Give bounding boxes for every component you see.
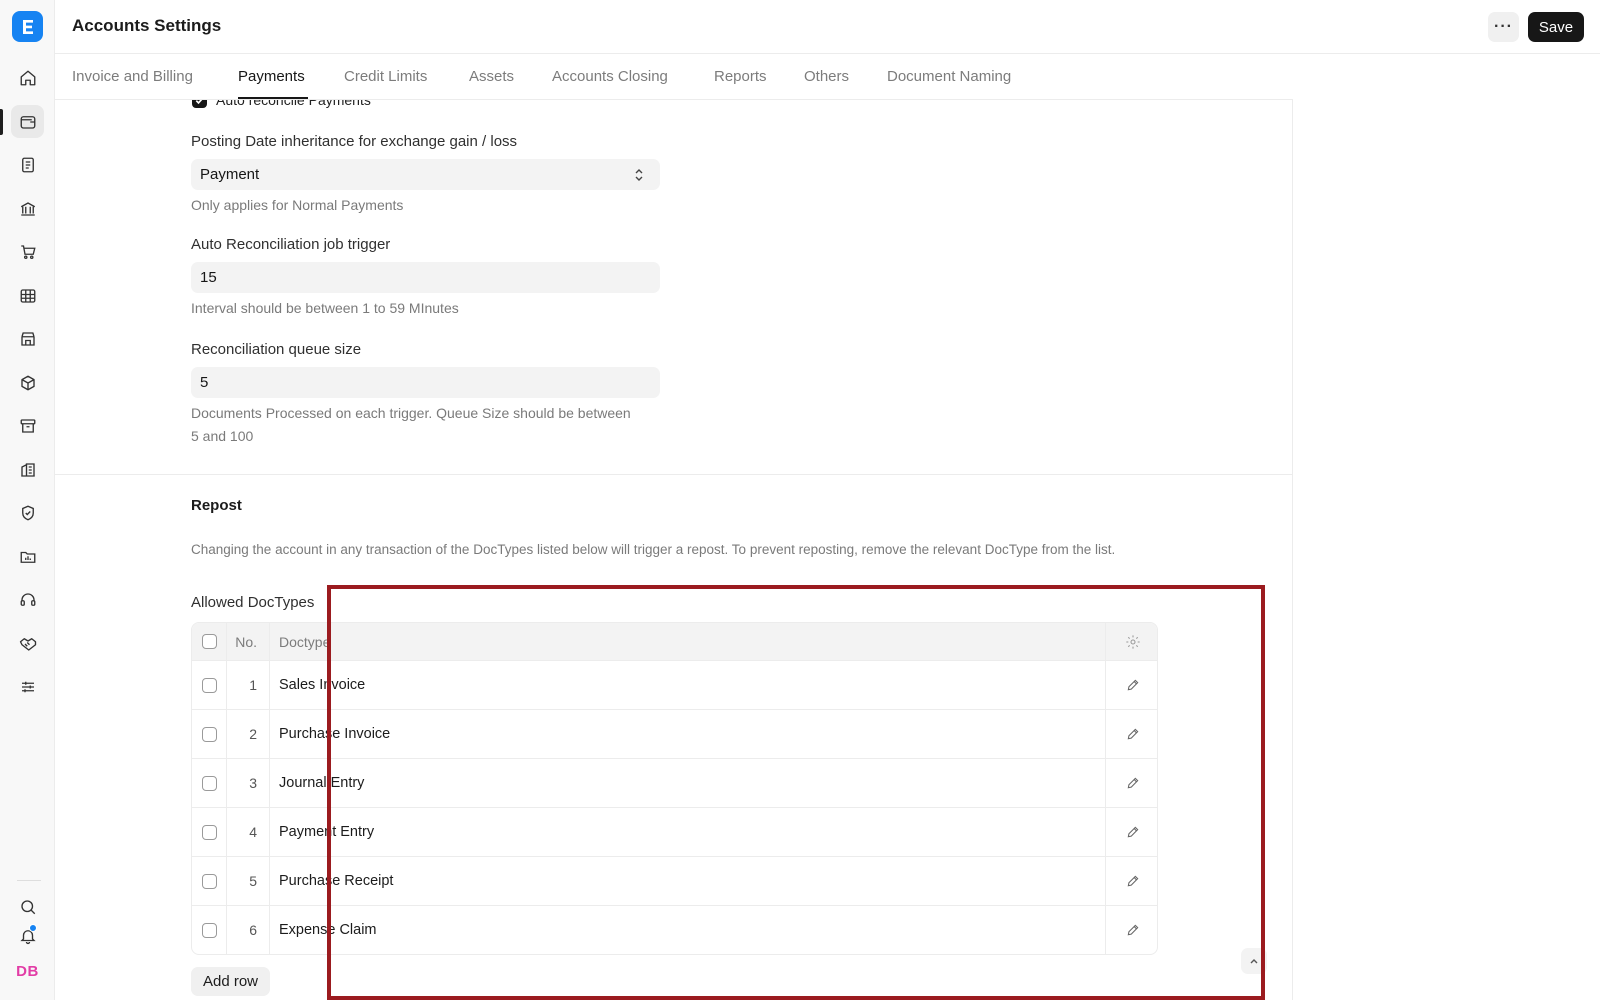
folder-icon[interactable] <box>11 540 44 573</box>
row-checkbox[interactable] <box>201 922 217 938</box>
doctype-cell[interactable]: Purchase Invoice <box>270 710 1106 758</box>
archive-icon[interactable] <box>11 409 44 442</box>
auto-reconcile-checkbox-row[interactable]: Auto reconcile Payments <box>192 100 371 108</box>
row-checkbox[interactable] <box>201 873 217 889</box>
auto-reconcile-label: Auto reconcile Payments <box>216 100 371 108</box>
save-button[interactable]: Save <box>1528 12 1584 42</box>
sidebar: DB <box>0 0 55 1000</box>
posting-date-help: Only applies for Normal Payments <box>191 197 404 213</box>
table-header: No. Doctype <box>192 623 1157 660</box>
search-icon[interactable] <box>11 893 44 921</box>
job-trigger-input[interactable]: 15 <box>191 262 660 293</box>
row-number: 5 <box>227 857 270 905</box>
allowed-doctypes-label: Allowed DocTypes <box>191 594 315 611</box>
avatar[interactable]: DB <box>11 957 44 985</box>
column-header-no: No. <box>227 623 270 660</box>
edit-pencil-icon[interactable] <box>1126 825 1140 839</box>
doctype-cell[interactable]: Payment Entry <box>270 808 1106 856</box>
home-icon[interactable] <box>11 61 44 94</box>
edit-pencil-icon[interactable] <box>1126 923 1140 937</box>
queue-size-help: Documents Processed on each trigger. Que… <box>191 405 631 444</box>
bell-icon[interactable] <box>11 922 44 950</box>
table-row[interactable]: 2 Purchase Invoice <box>192 709 1157 758</box>
tab-bar: Invoice and Billing Payments Credit Limi… <box>55 54 1293 100</box>
select-all-checkbox[interactable] <box>201 634 217 649</box>
edit-pencil-icon[interactable] <box>1126 776 1140 790</box>
row-number: 6 <box>227 906 270 954</box>
bank-icon[interactable] <box>11 192 44 225</box>
allowed-doctypes-table: No. Doctype 1 Sales Invoice 2 Purchase I… <box>191 622 1158 955</box>
doctype-cell[interactable]: Sales Invoice <box>270 661 1106 709</box>
table-row[interactable]: 5 Purchase Receipt <box>192 856 1157 905</box>
chevron-up-icon <box>1250 959 1258 964</box>
handshake-icon[interactable] <box>11 627 44 660</box>
headset-icon[interactable] <box>11 583 44 616</box>
row-checkbox[interactable] <box>201 775 217 791</box>
queue-size-input[interactable]: 5 <box>191 367 660 398</box>
auto-reconcile-checkbox[interactable] <box>192 100 207 108</box>
row-checkbox[interactable] <box>201 824 217 840</box>
settings-gear-icon[interactable] <box>1125 634 1141 650</box>
table-row[interactable]: 1 Sales Invoice <box>192 660 1157 709</box>
document-icon[interactable] <box>11 148 44 181</box>
avatar-initials: DB <box>16 962 39 980</box>
tab-assets[interactable]: Assets <box>469 68 514 85</box>
posting-date-label: Posting Date inheritance for exchange ga… <box>191 133 518 150</box>
more-horizontal-icon: ··· <box>1494 18 1513 35</box>
edit-pencil-icon[interactable] <box>1126 678 1140 692</box>
queue-size-label: Reconciliation queue size <box>191 341 362 358</box>
posting-date-value: Payment <box>200 166 260 183</box>
row-checkbox[interactable] <box>201 726 217 742</box>
doctype-cell[interactable]: Purchase Receipt <box>270 857 1106 905</box>
row-checkbox[interactable] <box>201 677 217 693</box>
add-row-button[interactable]: Add row <box>191 967 270 996</box>
repost-section-title: Repost <box>191 497 242 514</box>
page-title: Accounts Settings <box>72 16 222 35</box>
row-number: 4 <box>227 808 270 856</box>
package-icon[interactable] <box>11 366 44 399</box>
column-header-doctype: Doctype <box>270 623 1106 660</box>
tab-document-naming[interactable]: Document Naming <box>887 68 1011 85</box>
tab-others[interactable]: Others <box>804 68 849 85</box>
section-divider <box>55 474 1292 475</box>
app-logo-icon[interactable] <box>12 11 43 42</box>
cart-icon[interactable] <box>11 235 44 268</box>
shield-icon[interactable] <box>11 496 44 529</box>
tab-credit-limits[interactable]: Credit Limits <box>344 68 427 85</box>
building-icon[interactable] <box>11 453 44 486</box>
store-icon[interactable] <box>11 322 44 355</box>
sliders-icon[interactable] <box>11 670 44 703</box>
table-row[interactable]: 6 Expense Claim <box>192 905 1157 954</box>
tab-reports[interactable]: Reports <box>714 68 767 85</box>
edit-pencil-icon[interactable] <box>1126 727 1140 741</box>
rail-divider <box>17 880 41 881</box>
tab-accounts-closing[interactable]: Accounts Closing <box>552 68 668 85</box>
scroll-to-top-button[interactable] <box>1241 948 1267 974</box>
row-number: 1 <box>227 661 270 709</box>
wallet-icon[interactable] <box>11 105 44 138</box>
table-icon[interactable] <box>11 279 44 312</box>
row-number: 2 <box>227 710 270 758</box>
page-header: Accounts Settings ··· Save <box>55 0 1600 54</box>
job-trigger-label: Auto Reconciliation job trigger <box>191 236 391 253</box>
more-options-button[interactable]: ··· <box>1488 12 1519 42</box>
job-trigger-help: Interval should be between 1 to 59 MInut… <box>191 300 459 316</box>
table-row[interactable]: 4 Payment Entry <box>192 807 1157 856</box>
edit-pencil-icon[interactable] <box>1126 874 1140 888</box>
tab-invoice-and-billing[interactable]: Invoice and Billing <box>72 68 193 85</box>
tab-payments[interactable]: Payments <box>238 68 305 85</box>
active-indicator <box>0 109 3 135</box>
doctype-cell[interactable]: Journal Entry <box>270 759 1106 807</box>
notification-dot <box>29 924 37 932</box>
posting-date-select[interactable]: Payment <box>191 159 660 190</box>
check-icon <box>195 100 202 104</box>
active-tab-indicator <box>238 97 308 99</box>
table-row[interactable]: 3 Journal Entry <box>192 758 1157 807</box>
doctype-cell[interactable]: Expense Claim <box>270 906 1106 954</box>
form-body: Auto reconcile Payments Posting Date inh… <box>55 100 1293 1000</box>
row-number: 3 <box>227 759 270 807</box>
select-chevron-icon <box>635 169 643 181</box>
repost-description: Changing the account in any transaction … <box>191 542 1116 557</box>
